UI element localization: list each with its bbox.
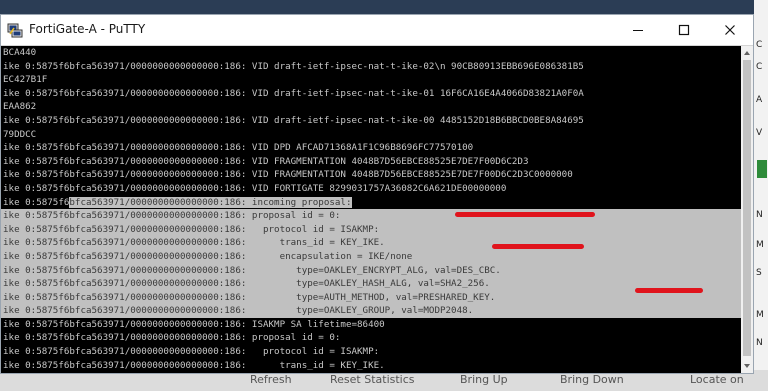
terminal-line: ike 0:5875f6bfca563971/0000000000000000:… (1, 196, 741, 210)
terminal-line-unselected-part: ike 0:5875f6 (3, 196, 70, 208)
putty-window[interactable]: FortiGate-A - PuTTY BCA440 ike 0:5875f6bf… (0, 14, 754, 374)
panel-letter: N (756, 338, 763, 348)
terminal-line: ike 0:5875f6bfca563971/0000000000000000:… (1, 277, 741, 291)
minimize-button[interactable] (615, 15, 661, 45)
putty-icon[interactable] (7, 22, 23, 38)
toolbar-bring-down[interactable]: Bring Down (560, 373, 624, 386)
red-annotation-mark (635, 288, 703, 293)
terminal-line: EC427B1F (3, 74, 48, 86)
terminal-line-selected-part: bfca563971/0000000000000000:186: incomin… (69, 196, 352, 208)
toolbar-refresh[interactable]: Refresh (250, 373, 292, 386)
close-icon (725, 25, 735, 35)
terminal-line: ike 0:5875f6bfca563971/0000000000000000:… (1, 263, 741, 278)
terminal-line: ike 0:5875f6bfca563971/0000000000000000:… (3, 114, 584, 126)
terminal-line: ike 0:5875f6bfca563971/0000000000000000:… (3, 155, 529, 167)
panel-letter: V (756, 128, 763, 138)
terminal-line: ike 0:5875f6bfca563971/0000000000000000:… (3, 346, 380, 358)
title-bar[interactable]: FortiGate-A - PuTTY (1, 15, 753, 46)
maximize-button[interactable] (661, 15, 707, 45)
terminal-line: BCA440 (3, 47, 37, 58)
panel-green-block (757, 160, 767, 178)
panel-letter: M (756, 310, 764, 320)
toolbar-bring-up[interactable]: Bring Up (460, 373, 508, 386)
panel-letter: S (756, 268, 762, 278)
vertical-scrollbar[interactable] (741, 46, 753, 373)
terminal-output[interactable]: BCA440 ike 0:5875f6bfca563971/00000000000… (1, 46, 741, 373)
close-button[interactable] (707, 15, 753, 45)
terminal-line: ike 0:5875f6bfca563971/0000000000000000:… (3, 169, 573, 181)
maximize-icon (678, 24, 690, 36)
terminal-line: ike 0:5875f6bfca563971/0000000000000000:… (1, 290, 741, 305)
terminal-line: ike 0:5875f6bfca563971/0000000000000000:… (3, 87, 584, 99)
terminal-line: ike 0:5875f6bfca563971/0000000000000000:… (3, 142, 474, 154)
scroll-up-arrow-icon[interactable] (743, 49, 751, 57)
red-annotation-mark (492, 244, 584, 249)
terminal-line: ike 0:5875f6bfca563971/0000000000000000:… (1, 222, 741, 237)
panel-letter: N (756, 210, 763, 220)
terminal-line: ike 0:5875f6bfca563971/0000000000000000:… (3, 60, 584, 72)
terminal-line: ike 0:5875f6bfca563971/0000000000000000:… (1, 304, 741, 318)
desktop-background-top (0, 0, 768, 14)
panel-letter: M (756, 240, 764, 250)
red-annotation-mark (455, 212, 595, 217)
terminal-line: ike 0:5875f6bfca563971/0000000000000000:… (1, 209, 741, 223)
terminal-line: EAA862 (3, 101, 37, 113)
window-title: FortiGate-A - PuTTY (29, 22, 146, 36)
terminal-line: ike 0:5875f6bfca563971/0000000000000000:… (3, 318, 385, 330)
terminal-line: ike 0:5875f6bfca563971/0000000000000000:… (1, 236, 741, 250)
terminal-line: ike 0:5875f6bfca563971/0000000000000000:… (3, 182, 507, 194)
terminal-line: ike 0:5875f6bfca563971/0000000000000000:… (3, 332, 341, 344)
scroll-down-arrow-icon[interactable] (743, 362, 751, 370)
minimize-icon (633, 30, 643, 31)
background-app-panel: C C A V N M S M N (754, 0, 768, 391)
scrollbar-thumb[interactable] (743, 60, 751, 356)
panel-letter: A (756, 95, 763, 105)
panel-letter: C (756, 40, 763, 50)
panel-letter: C (756, 62, 763, 72)
toolbar-locate-on[interactable]: Locate on (690, 373, 744, 386)
terminal-line: ike 0:5875f6bfca563971/0000000000000000:… (1, 249, 741, 264)
toolbar-reset-statistics[interactable]: Reset Statistics (330, 373, 415, 386)
terminal-line: 79DDCC (3, 128, 37, 140)
terminal-line: ike 0:5875f6bfca563971/0000000000000000:… (3, 359, 385, 371)
